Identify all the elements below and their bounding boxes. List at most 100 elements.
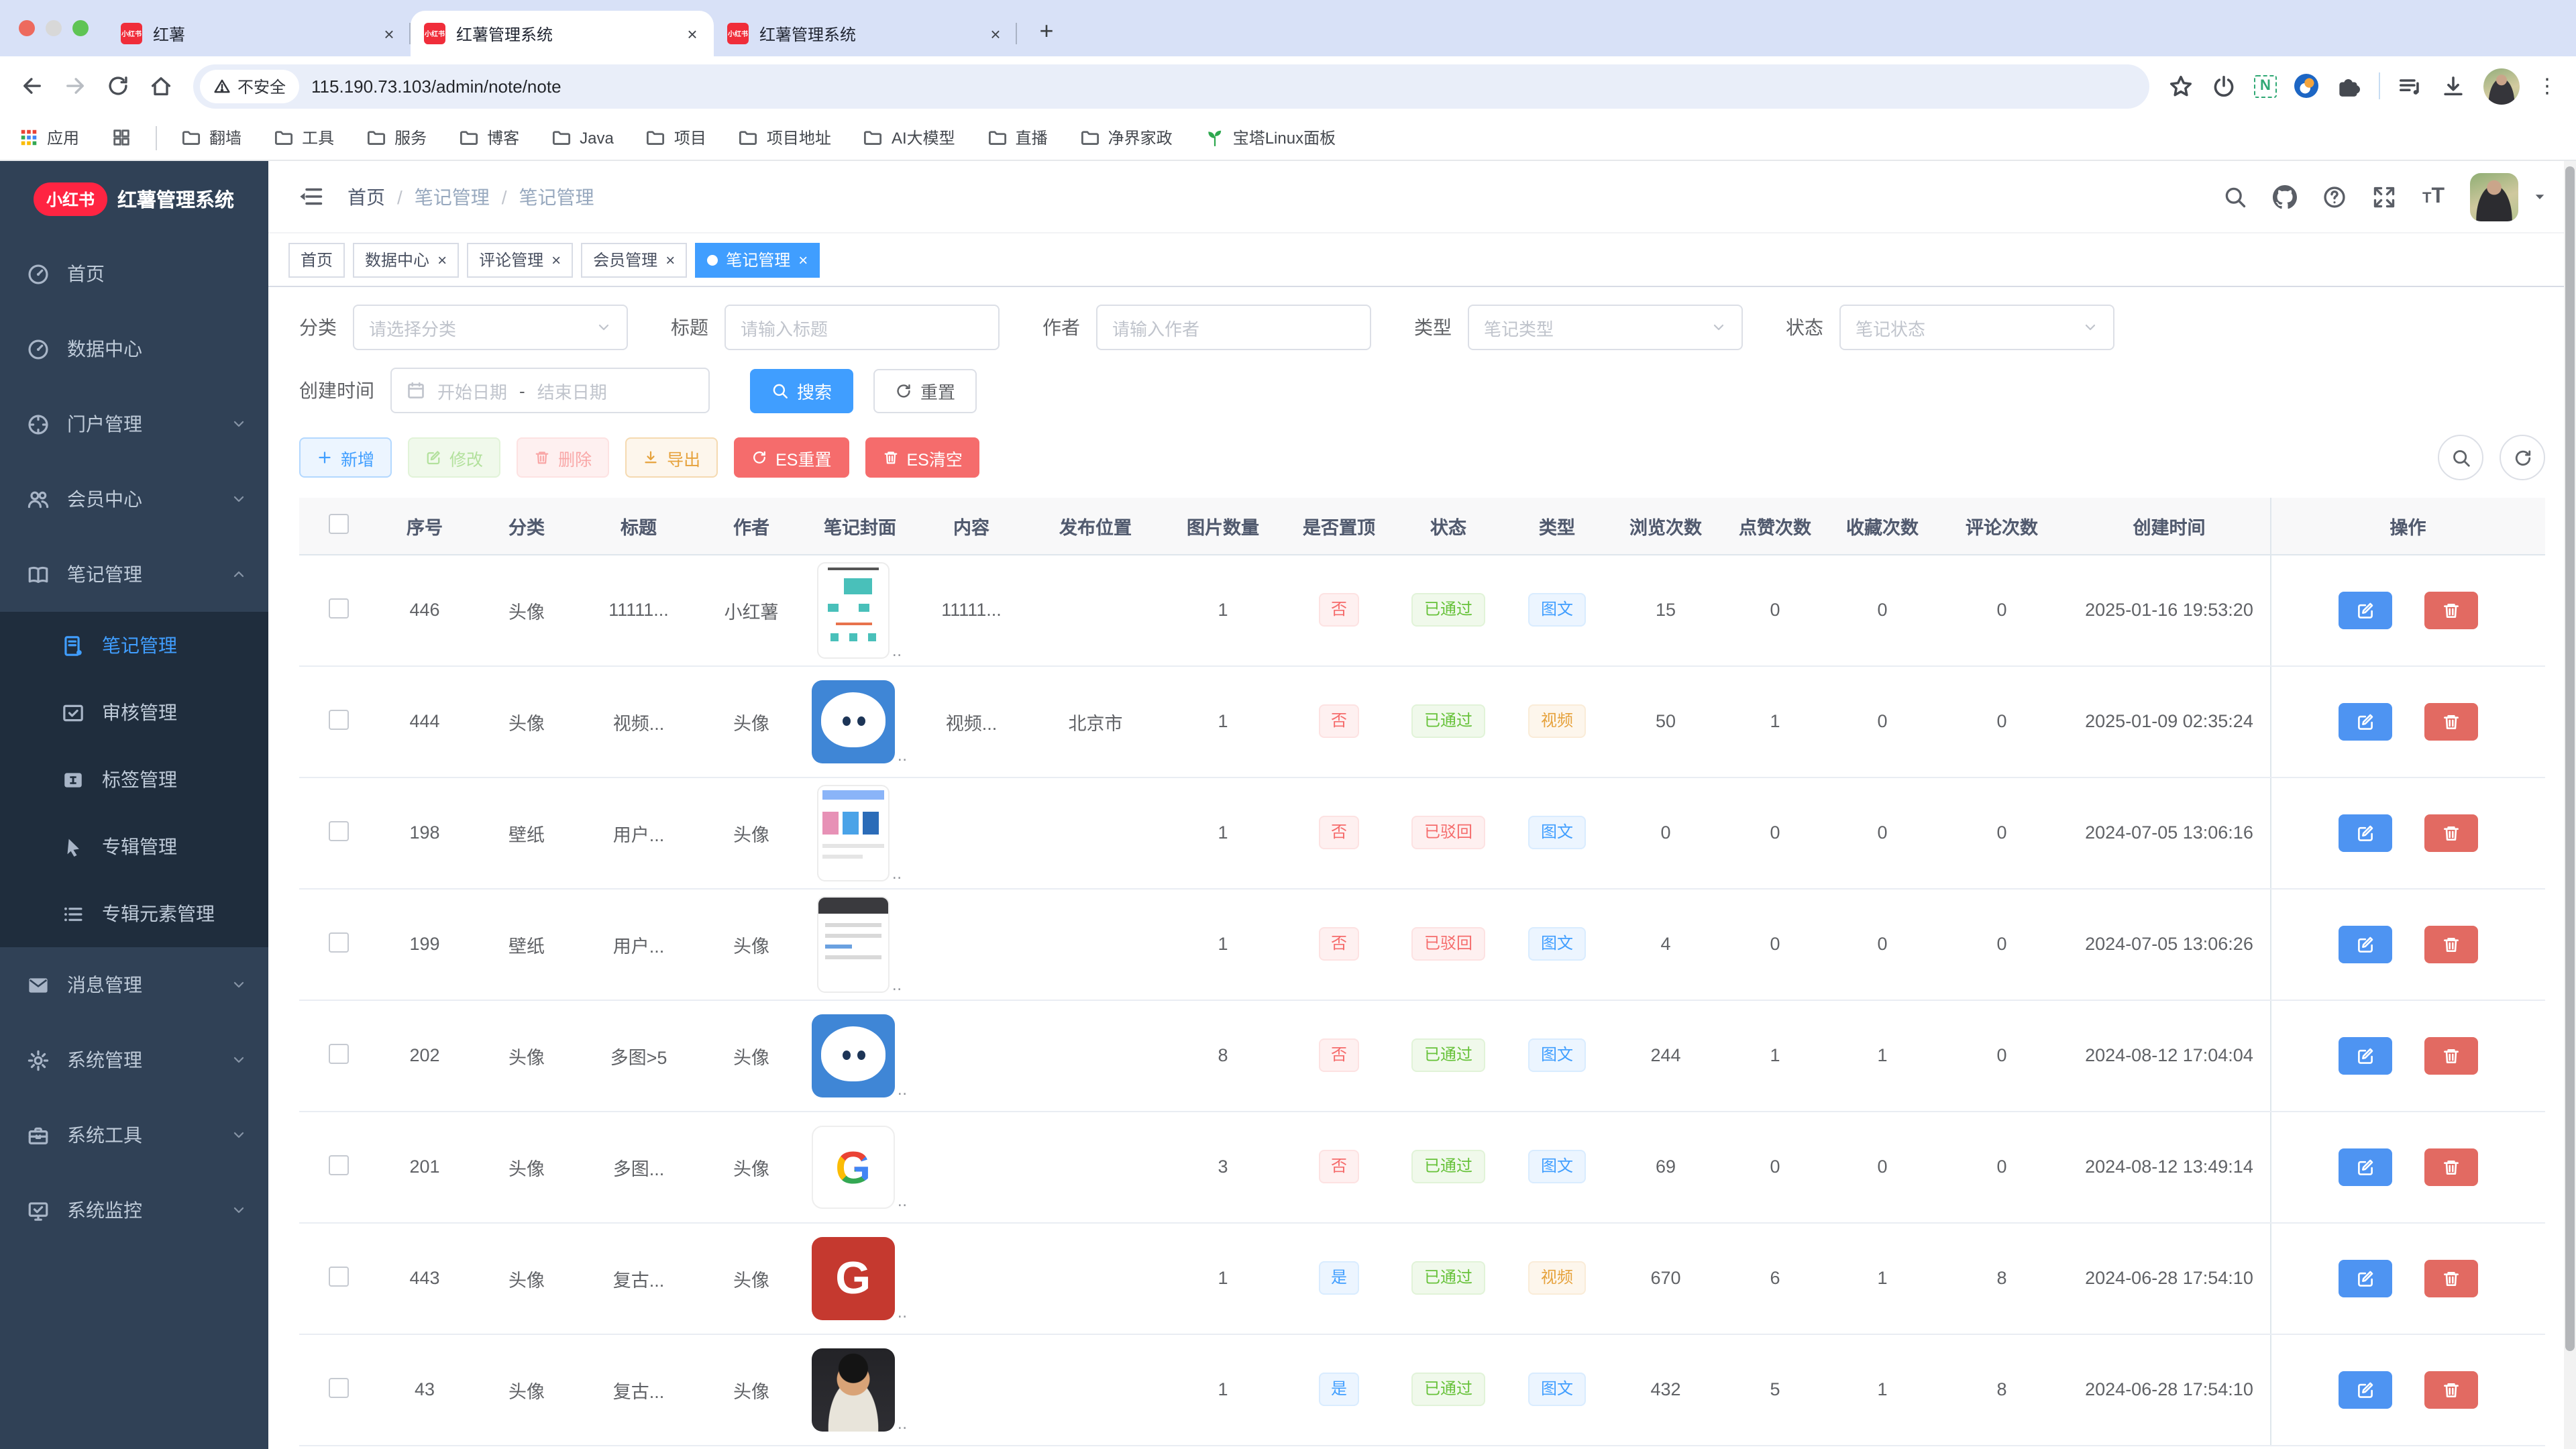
note-cover-image[interactable] [817, 784, 890, 881]
sidebar-item-数据中心[interactable]: 数据中心 [0, 311, 268, 386]
row-edit-button[interactable] [2339, 1148, 2392, 1185]
scrollbar-thumb[interactable] [2565, 166, 2575, 1351]
row-checkbox[interactable] [328, 1043, 348, 1063]
sidebar-item-门户管理[interactable]: 门户管理 [0, 386, 268, 462]
window-controls[interactable] [13, 0, 107, 56]
user-avatar[interactable] [2470, 172, 2518, 221]
bookmark-star-icon[interactable] [2168, 73, 2194, 99]
修改-button[interactable]: 修改 [408, 437, 500, 478]
filter-input[interactable]: 笔记类型 [1468, 305, 1743, 350]
date-range-input[interactable]: 开始日期 - 结束日期 [390, 368, 710, 413]
row-delete-button[interactable] [2424, 1148, 2477, 1185]
bookmark-item[interactable]: 宝塔Linux面板 [1205, 126, 1336, 149]
tags-view-tag[interactable]: 首页 [288, 242, 345, 277]
breadcrumb-note-module[interactable]: 笔记管理 [415, 183, 490, 210]
downloads-icon[interactable] [2440, 73, 2466, 99]
row-checkbox[interactable] [328, 1377, 348, 1397]
n-extension-icon[interactable]: N [2254, 74, 2277, 97]
browser-tab[interactable]: 小红书 红薯管理系统 × [714, 11, 1017, 56]
row-edit-button[interactable] [2339, 591, 2392, 629]
row-checkbox[interactable] [328, 598, 348, 618]
window-minimize-button[interactable] [46, 20, 62, 36]
tag-close-icon[interactable]: × [665, 252, 675, 268]
note-cover-image[interactable]: G [812, 1125, 895, 1208]
tag-close-icon[interactable]: × [551, 252, 561, 268]
breadcrumb-home[interactable]: 首页 [347, 183, 385, 210]
row-edit-button[interactable] [2339, 1371, 2392, 1408]
row-checkbox[interactable] [328, 1266, 348, 1286]
sidebar-toggle-icon[interactable] [298, 184, 323, 209]
row-checkbox[interactable] [328, 932, 348, 952]
ES清空-button[interactable]: ES清空 [865, 437, 980, 478]
tags-view-tag[interactable]: 评论管理 × [467, 242, 573, 277]
forward-button[interactable] [54, 64, 97, 107]
show-search-toggle-button[interactable] [2438, 435, 2483, 480]
row-edit-button[interactable] [2339, 1259, 2392, 1297]
bookmark-item[interactable]: 项目地址 [739, 126, 831, 149]
ES重置-button[interactable]: ES重置 [734, 437, 849, 478]
tab-close-icon[interactable]: × [378, 23, 400, 44]
help-icon[interactable] [2323, 184, 2347, 209]
browser-profile-avatar[interactable] [2483, 68, 2520, 104]
note-cover-image[interactable] [817, 561, 890, 658]
extensions-puzzle-icon[interactable] [2336, 73, 2361, 99]
tags-view-tag[interactable]: 数据中心 × [353, 242, 459, 277]
sidebar-item-首页[interactable]: 首页 [0, 236, 268, 311]
tags-view-tag[interactable]: 会员管理 × [581, 242, 687, 277]
window-maximize-button[interactable] [72, 20, 89, 36]
row-checkbox[interactable] [328, 709, 348, 729]
filter-input[interactable]: 请选择分类 [353, 305, 628, 350]
sidebar-item-笔记管理[interactable]: 笔记管理 [0, 537, 268, 612]
reset-button[interactable]: 重置 [873, 368, 977, 413]
row-edit-button[interactable] [2339, 814, 2392, 851]
sidebar-item-专辑管理[interactable]: 专辑管理 [0, 813, 268, 880]
bookmark-item[interactable]: 应用 [19, 126, 79, 149]
sidebar-item-会员中心[interactable]: 会员中心 [0, 462, 268, 537]
bookmark-item[interactable]: 项目 [646, 126, 706, 149]
row-edit-button[interactable] [2339, 702, 2392, 740]
select-all-checkbox[interactable] [328, 514, 348, 534]
导出-button[interactable]: 导出 [625, 437, 718, 478]
row-delete-button[interactable] [2424, 1371, 2477, 1408]
note-cover-image[interactable] [812, 1348, 895, 1431]
row-delete-button[interactable] [2424, 591, 2477, 629]
row-delete-button[interactable] [2424, 702, 2477, 740]
power-extension-icon[interactable] [2211, 73, 2237, 99]
bookmark-item[interactable]: 服务 [366, 126, 427, 149]
security-chip[interactable]: 不安全 [200, 69, 299, 103]
note-cover-image[interactable] [812, 680, 895, 763]
sidebar-item-笔记管理[interactable]: 笔记管理 [0, 612, 268, 679]
window-close-button[interactable] [19, 20, 35, 36]
bookmark-item[interactable]: AI大模型 [863, 126, 955, 149]
row-delete-button[interactable] [2424, 1259, 2477, 1297]
refresh-table-button[interactable] [2500, 435, 2545, 480]
sidebar-item-标签管理[interactable]: 标签管理 [0, 746, 268, 813]
paint-extension-icon[interactable] [2294, 74, 2318, 98]
filter-input[interactable]: 请输入作者 [1096, 305, 1371, 350]
browser-tab[interactable]: 小红书 红薯 × [107, 11, 411, 56]
bookmark-item[interactable]: 博客 [459, 126, 519, 149]
note-cover-image[interactable] [812, 1014, 895, 1097]
browser-tab[interactable]: 小红书 红薯管理系统 × [411, 11, 714, 56]
sidebar-item-系统管理[interactable]: 系统管理 [0, 1022, 268, 1097]
reload-button[interactable] [97, 64, 140, 107]
user-menu-caret-icon[interactable] [2533, 190, 2546, 203]
github-icon[interactable] [2273, 184, 2298, 209]
tags-view-tag[interactable]: 笔记管理 × [695, 242, 820, 277]
filter-input[interactable]: 请输入标题 [724, 305, 1000, 350]
note-cover-image[interactable]: G [812, 1236, 895, 1320]
page-scrollbar[interactable] [2564, 161, 2576, 1449]
bookmark-item[interactable]: 工具 [274, 126, 334, 149]
browser-menu-icon[interactable]: ⋮ [2537, 74, 2557, 98]
row-checkbox[interactable] [328, 820, 348, 841]
row-delete-button[interactable] [2424, 814, 2477, 851]
新增-button[interactable]: 新增 [299, 437, 392, 478]
row-delete-button[interactable] [2424, 1036, 2477, 1074]
tab-close-icon[interactable]: × [985, 23, 1006, 44]
font-size-icon[interactable]: TT [2422, 184, 2445, 209]
tag-close-icon[interactable]: × [437, 252, 447, 268]
sidebar-item-消息管理[interactable]: 消息管理 [0, 947, 268, 1022]
row-edit-button[interactable] [2339, 925, 2392, 963]
sidebar-item-系统监控[interactable]: 系统监控 [0, 1173, 268, 1248]
app-logo[interactable]: 小红书 红薯管理系统 [0, 161, 268, 236]
